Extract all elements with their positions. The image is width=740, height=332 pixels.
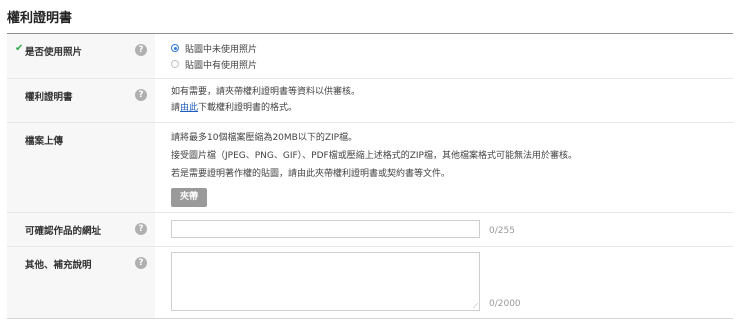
upload-format-note: 接受圖片檔（JPEG、PNG、GIF）、PDF檔或壓縮上述格式的ZIP檔，其他檔… xyxy=(171,151,577,161)
content-column: 請將最多10個檔案壓縮為20MB以下的ZIP檔。 接受圖片檔（JPEG、PNG、… xyxy=(155,123,733,207)
row-notes: 其他、補充說明 ? ⟋ 0/2000 xyxy=(7,246,733,318)
row-label: 可確認作品的網址 xyxy=(25,226,102,237)
label-column: 其他、補充說明 ? xyxy=(7,247,155,318)
certificate-form: ✔ 是否使用照片 ? 貼圖中未使用照片 貼圖中有使用照片 權利證明書 ? 如有需… xyxy=(7,33,733,319)
certificate-note: 如有需要，請夾帶權利證明書等資料以供審核。 xyxy=(171,87,361,97)
label-column: 檔案上傳 xyxy=(7,123,155,212)
work-url-input[interactable] xyxy=(171,220,480,238)
download-suffix: 下載權利證明書的格式。 xyxy=(198,103,298,113)
radio-label: 貼圖中有使用照片 xyxy=(185,60,258,71)
page-title: 權利證明書 xyxy=(7,11,73,26)
content-column: 如有需要，請夾帶權利證明書等資料以供審核。 請由此下載權利證明書的格式。 xyxy=(155,79,733,116)
download-note: 請由此下載權利證明書的格式。 xyxy=(171,100,733,116)
label-column: 權利證明書 ? xyxy=(7,79,155,122)
content-column: ⟋ 0/2000 xyxy=(155,247,733,311)
content-column: 貼圖中未使用照片 貼圖中有使用照片 xyxy=(155,34,733,72)
attach-button[interactable]: 夾帶 xyxy=(171,188,208,207)
content-column: 0/255 xyxy=(155,213,733,238)
row-label: 是否使用照片 xyxy=(25,47,83,58)
radio-label: 貼圖中未使用照片 xyxy=(185,44,258,55)
help-icon[interactable]: ? xyxy=(135,44,147,56)
radio-button[interactable] xyxy=(171,44,179,52)
radio-option-no-photo[interactable]: 貼圖中未使用照片 xyxy=(171,40,733,56)
download-link[interactable]: 由此 xyxy=(180,103,198,113)
help-icon[interactable]: ? xyxy=(135,223,147,235)
notes-textarea[interactable]: ⟋ xyxy=(171,252,480,311)
notes-char-counter: 0/2000 xyxy=(489,299,521,309)
upload-limit-note: 請將最多10個檔案壓縮為20MB以下的ZIP檔。 xyxy=(171,133,358,143)
url-char-counter: 0/255 xyxy=(489,226,515,236)
row-photo-usage: ✔ 是否使用照片 ? 貼圖中未使用照片 貼圖中有使用照片 xyxy=(7,34,733,78)
help-icon[interactable]: ? xyxy=(135,89,147,101)
upload-copyright-note: 若是需要證明著作權的貼圖，請由此夾帶權利證明書或契約書等文件。 xyxy=(171,169,451,179)
radio-button[interactable] xyxy=(171,60,179,68)
check-icon: ✔ xyxy=(15,43,24,54)
resize-handle-icon[interactable]: ⟋ xyxy=(473,302,478,310)
row-certificate: 權利證明書 ? 如有需要，請夾帶權利證明書等資料以供審核。 請由此下載權利證明書… xyxy=(7,78,733,122)
label-column: ✔ 是否使用照片 ? xyxy=(7,34,155,78)
radio-option-has-photo[interactable]: 貼圖中有使用照片 xyxy=(171,56,733,72)
label-column: 可確認作品的網址 ? xyxy=(7,213,155,246)
row-label: 權利證明書 xyxy=(25,92,73,103)
download-prefix: 請 xyxy=(171,103,181,113)
row-work-url: 可確認作品的網址 ? 0/255 xyxy=(7,212,733,246)
row-file-upload: 檔案上傳 請將最多10個檔案壓縮為20MB以下的ZIP檔。 接受圖片檔（JPEG… xyxy=(7,122,733,212)
row-label: 檔案上傳 xyxy=(25,136,64,147)
row-label: 其他、補充說明 xyxy=(25,260,92,271)
help-icon[interactable]: ? xyxy=(135,257,147,269)
